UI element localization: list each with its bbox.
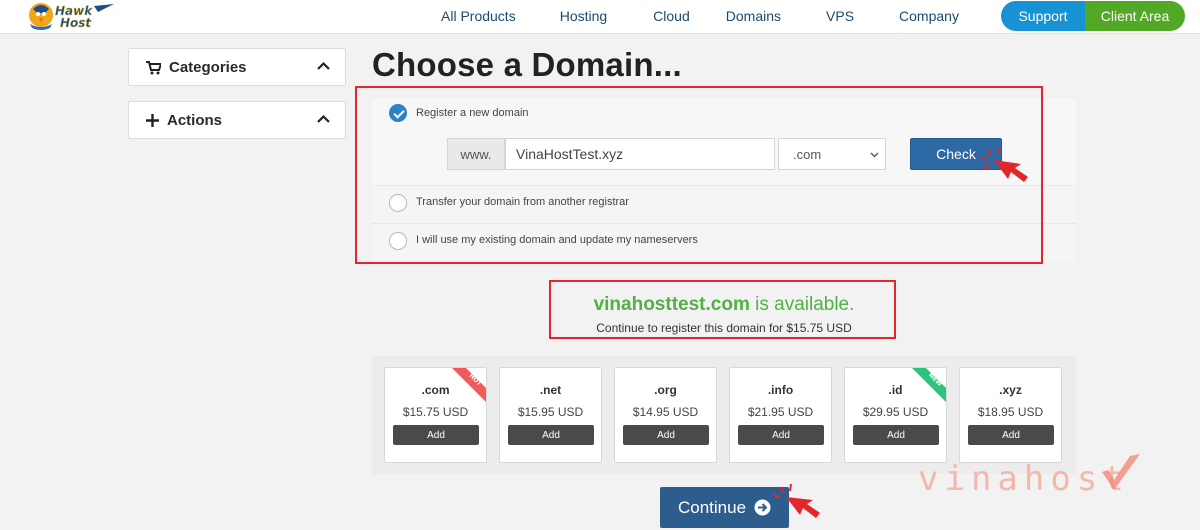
tld-card-info: .info $21.95 USD Add xyxy=(729,367,832,463)
highlight-box-options xyxy=(355,86,1043,264)
main-nav: All Products Hosting Cloud Domains VPS C… xyxy=(420,8,959,24)
nav-company[interactable]: Company xyxy=(899,8,959,24)
tld-extension: .xyz xyxy=(999,383,1022,397)
hawk-host-logo[interactable]: Hawk Host xyxy=(28,0,118,32)
tld-add-button[interactable]: Add xyxy=(393,425,479,445)
categories-label: Categories xyxy=(169,59,247,76)
tld-extension: .net xyxy=(539,383,562,397)
availability-status: is available. xyxy=(749,294,855,315)
tld-add-button[interactable]: Add xyxy=(853,425,939,445)
tld-price: $15.75 USD xyxy=(402,405,469,419)
tld-price: $14.95 USD xyxy=(632,405,699,419)
tld-add-button[interactable]: Add xyxy=(623,425,709,445)
watermark-text: vinahost xyxy=(918,459,1130,496)
nav-all-products[interactable]: All Products xyxy=(441,8,516,24)
tld-price: $18.95 USD xyxy=(977,405,1044,419)
tld-price: $15.95 USD xyxy=(517,405,584,419)
tld-add-button[interactable]: Add xyxy=(508,425,594,445)
actions-label: Actions xyxy=(167,112,223,129)
cart-icon xyxy=(146,60,161,74)
tld-add-button[interactable]: Add xyxy=(738,425,824,445)
tld-card-xyz: .xyz $18.95 USD Add xyxy=(959,367,1062,463)
actions-header: Actions xyxy=(146,112,222,129)
tld-card-com: .com $15.75 USD Add HOT xyxy=(384,367,487,463)
chevron-up-icon[interactable] xyxy=(317,113,330,126)
nav-domains[interactable]: Domains xyxy=(726,8,781,24)
support-button[interactable]: Support xyxy=(1001,1,1085,31)
tld-add-button[interactable]: Add xyxy=(968,425,1054,445)
availability-subtext: Continue to register this domain for $15… xyxy=(596,321,852,335)
pointer-cursor-icon xyxy=(772,484,820,518)
tld-price: $29.95 USD xyxy=(862,405,929,419)
chevron-up-icon[interactable] xyxy=(317,60,330,73)
tld-card-net: .net $15.95 USD Add xyxy=(499,367,602,463)
hot-badge: HOT xyxy=(452,368,486,402)
svg-text:Host: Host xyxy=(60,16,92,30)
sidebar-actions-panel[interactable]: Actions xyxy=(128,101,346,139)
availability-message: vinahosttest.com is available. xyxy=(552,294,896,316)
sidebar-categories-panel[interactable]: Categories xyxy=(128,48,346,86)
vinahost-watermark: vinahost xyxy=(918,454,1140,496)
nav-hosting[interactable]: Hosting xyxy=(560,8,607,24)
page-title: Choose a Domain... xyxy=(372,46,682,83)
new-badge: NEW xyxy=(912,368,946,402)
available-domain-name: vinahosttest.com xyxy=(593,294,750,315)
plus-icon xyxy=(146,114,159,127)
tld-extension: .org xyxy=(654,383,677,397)
tld-price: $21.95 USD xyxy=(747,405,814,419)
tld-extension: .info xyxy=(767,383,794,397)
client-area-button[interactable]: Client Area xyxy=(1085,1,1185,31)
categories-header: Categories xyxy=(146,59,247,76)
pointer-cursor-icon xyxy=(980,146,1028,182)
tld-card-id: .id $29.95 USD Add NEW xyxy=(844,367,947,463)
tld-card-org: .org $14.95 USD Add xyxy=(614,367,717,463)
arrow-circle-right-icon xyxy=(754,499,771,516)
nav-vps[interactable]: VPS xyxy=(826,8,854,24)
nav-cloud[interactable]: Cloud xyxy=(653,8,690,24)
continue-label: Continue xyxy=(677,497,747,517)
top-navbar: Hawk Host All Products Hosting Cloud Dom… xyxy=(0,0,1200,34)
